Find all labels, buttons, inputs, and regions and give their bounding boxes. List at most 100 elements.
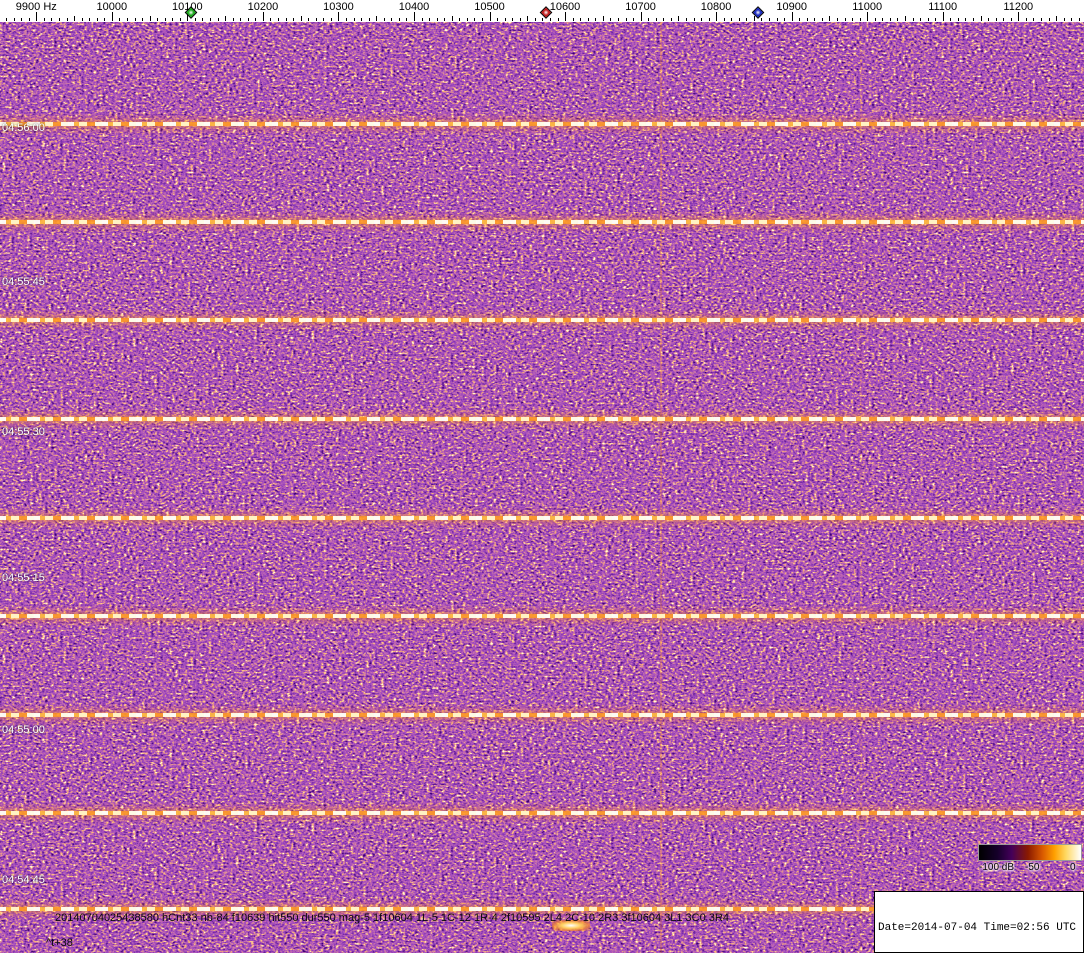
freq-tick [376,16,378,21]
time-label: 04:55:00 [2,724,45,736]
freq-label: 10700 [625,1,656,13]
freq-tick [670,18,672,21]
freq-tick [957,18,959,21]
freq-tick [776,18,778,21]
freq-tick [542,18,544,21]
frequency-ruler[interactable]: 9900 Hz 10000 10100 10200 10300 10400 10500 106… [0,0,1084,22]
freq-tick [708,18,710,21]
freq-tick [625,18,627,21]
freq-tick [912,18,914,21]
freq-tick [512,18,514,21]
freq-tick [6,18,7,21]
radar-sweep-line [0,704,1084,726]
freq-label: 10800 [700,1,732,13]
freq-tick [217,18,219,21]
freq-tick [738,18,740,21]
freq-tick [436,18,438,21]
freq-tick [142,18,143,21]
legend-label-max: 0 [1070,862,1076,873]
freq-tick [1025,18,1027,21]
freq-label: 11200 [1003,1,1034,13]
freq-tick [21,18,23,21]
freq-tick [421,18,423,21]
freq-tick [1010,18,1012,21]
freq-tick [761,18,763,21]
freq-tick [572,18,574,21]
freq-tick [837,18,838,21]
freq-tick [580,18,582,21]
freq-tick [89,18,91,21]
freq-tick [995,18,997,21]
freq-tick [451,16,453,21]
freq-tick [66,18,68,21]
freq-tick [685,18,687,21]
freq-tick [406,18,408,21]
freq-tick [361,18,363,21]
time-label: 04:55:15 [2,572,45,584]
freq-tick [950,18,952,21]
freq-tick [255,18,257,21]
freq-tick [905,16,906,21]
freq-tick [882,18,884,21]
freq-tick [149,16,151,21]
freq-tick [497,18,499,21]
freq-tick [104,18,106,21]
freq-tick [610,18,612,21]
freq-tick [549,18,551,21]
freq-tick [285,18,287,21]
freq-tick [481,18,483,21]
freq-tick [119,18,121,21]
freq-tick [466,18,468,21]
radar-sweep-line [0,802,1084,824]
freq-tick [504,18,506,21]
detection-text: 20140704025438580 hCnt33 nb-84 f10639 hi… [55,912,729,924]
freq-label: 11000 [852,1,883,13]
freq-tick [1078,18,1080,21]
freq-tick [889,18,891,21]
freq-tick [391,18,393,21]
freq-tick [36,12,38,21]
freq-tick [927,18,929,21]
freq-tick [353,18,355,21]
freq-tick [74,16,75,21]
freq-tick [262,12,264,21]
spectrogram-window: 9900 Hz 10000 10100 10200 10300 10400 10500 106… [0,0,1084,953]
time-label: 04:56:00 [2,122,45,134]
freq-tick [988,18,990,21]
freq-tick [920,18,922,21]
freq-tick [859,18,861,21]
freq-tick [595,18,597,21]
radar-sweep-line [0,408,1084,430]
time-label: 04:54:45 [2,874,45,886]
freq-tick [1071,18,1073,21]
legend-label-min: -100 dB [979,862,1015,873]
freq-tick [829,16,831,21]
freq-tick [701,18,702,21]
freq-tick [852,18,854,21]
freq-tick [194,18,196,21]
freq-tick [338,12,340,21]
freq-tick [270,18,272,21]
freq-tick [429,18,431,21]
freq-tick [126,18,128,21]
freq-tick [965,18,967,21]
freq-tick [172,18,174,21]
freq-tick [602,16,604,21]
freq-tick [973,18,974,21]
freq-tick [164,18,166,21]
legend-gradient-bar [978,844,1082,861]
freq-label: 10900 [776,1,807,13]
time-label: 04:55:45 [2,276,45,288]
freq-tick [210,18,211,21]
spectrogram-area[interactable]: 20140704025438580 hCnt33 nb-84 f10639 hi… [0,22,1084,953]
freq-tick [179,18,181,21]
freq-tick [240,18,242,21]
freq-tick [474,18,476,21]
freq-tick [935,18,937,21]
freq-tick [814,18,816,21]
freq-tick [821,18,823,21]
freq-tick [323,18,325,21]
freq-tick [799,18,801,21]
freq-tick [980,16,982,21]
frame-counter-text: ^t+38 [46,937,73,949]
